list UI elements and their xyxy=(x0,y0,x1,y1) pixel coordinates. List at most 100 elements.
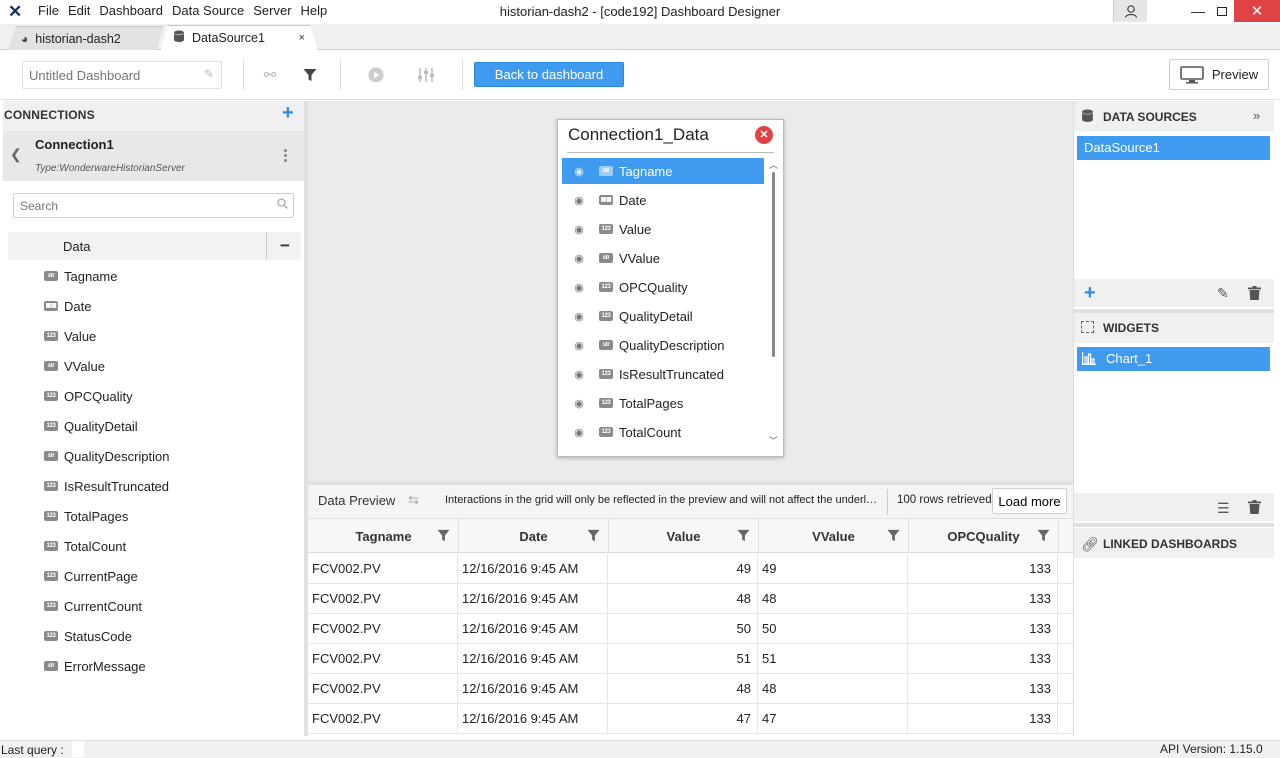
column-header-vvalue[interactable]: VValue xyxy=(759,519,909,553)
eye-icon[interactable]: ◉ xyxy=(571,252,587,265)
add-data-source-button[interactable]: + xyxy=(1084,282,1096,305)
table-row[interactable]: FCV002.PV 12/16/2016 9:45 AM 51 51 133 xyxy=(308,644,1073,674)
trash-icon[interactable] xyxy=(1248,286,1261,303)
field-item[interactable]: 123 TotalPages xyxy=(44,501,128,531)
filter-icon[interactable] xyxy=(587,529,600,545)
eye-icon[interactable]: ◉ xyxy=(571,339,587,352)
popup-field-item[interactable]: ◉ 123 QualityDetail xyxy=(562,303,764,329)
window-close-button[interactable]: ✕ xyxy=(1234,0,1280,22)
chevron-left-icon[interactable]: ❮ xyxy=(10,146,22,163)
eye-icon[interactable]: ◉ xyxy=(571,310,587,323)
cell-date: 12/16/2016 9:45 AM xyxy=(458,704,608,734)
eye-icon[interactable]: ◉ xyxy=(571,368,587,381)
number-type-icon: 123 xyxy=(44,601,58,611)
sliders-icon[interactable] xyxy=(415,64,437,86)
dashboard-name-input[interactable] xyxy=(22,61,222,89)
table-row[interactable]: FCV002.PV 12/16/2016 9:45 AM 50 50 133 xyxy=(308,614,1073,644)
column-header-date[interactable]: Date xyxy=(459,519,609,553)
panel-splitter[interactable] xyxy=(1074,523,1274,527)
popup-field-item[interactable]: ◉ 123 TotalCount xyxy=(562,419,764,445)
field-item[interactable]: 123 OPCQuality xyxy=(44,381,133,411)
popup-field-item[interactable]: ◉ str QualityDescription xyxy=(562,332,764,358)
filter-icon[interactable] xyxy=(737,529,750,545)
eye-icon[interactable]: ◉ xyxy=(571,165,587,178)
field-item[interactable]: 123 QualityDetail xyxy=(44,411,138,441)
tab-historian-dash2[interactable]: ◕ historian-dash2 xyxy=(8,26,163,50)
filter-icon[interactable] xyxy=(887,529,900,545)
cell-date: 12/16/2016 9:45 AM xyxy=(458,674,608,704)
load-more-button[interactable]: Load more xyxy=(992,488,1067,514)
field-item[interactable]: str Tagname xyxy=(44,261,117,291)
calendar-icon: ▦▦ xyxy=(599,195,613,205)
add-connection-button[interactable]: + xyxy=(282,102,294,125)
popup-field-item[interactable]: ◉ 123 IsResultTruncated xyxy=(562,361,764,387)
popup-field-item[interactable]: ◉ str Tagname xyxy=(562,158,764,184)
collapse-button[interactable]: − xyxy=(280,236,290,256)
menu-data-source[interactable]: Data Source xyxy=(172,0,244,24)
field-item[interactable]: ▦▦ Date xyxy=(44,291,91,321)
popup-field-item[interactable]: ◉ ▦▦ Date xyxy=(562,187,764,213)
field-item[interactable]: 123 StatusCode xyxy=(44,621,132,651)
cell-opcquality: 133 xyxy=(908,584,1058,614)
menu-file[interactable]: File xyxy=(38,0,59,24)
trash-icon[interactable] xyxy=(1248,500,1261,517)
eye-icon[interactable]: ◉ xyxy=(571,223,587,236)
field-item[interactable]: 123 IsResultTruncated xyxy=(44,471,169,501)
scroll-up-icon[interactable]: ︿ xyxy=(769,158,778,171)
eye-icon[interactable]: ◉ xyxy=(571,426,587,439)
preview-button[interactable]: Preview xyxy=(1169,59,1269,90)
field-item[interactable]: 123 CurrentCount xyxy=(44,591,142,621)
cell-vvalue: 49 xyxy=(758,554,908,584)
preview-label: Preview xyxy=(1211,67,1259,82)
field-item[interactable]: str QualityDescription xyxy=(44,441,170,471)
user-button[interactable] xyxy=(1113,0,1147,22)
tab-close-icon[interactable]: × xyxy=(299,32,305,44)
menu-edit[interactable]: Edit xyxy=(68,0,90,24)
play-icon[interactable] xyxy=(365,64,387,86)
column-header-value[interactable]: Value xyxy=(609,519,759,553)
popup-field-item[interactable]: ◉ str VValue xyxy=(562,245,764,271)
calendar-icon: ▦▦ xyxy=(44,301,58,311)
database-icon xyxy=(1081,109,1094,126)
table-row[interactable]: FCV002.PV 12/16/2016 9:45 AM 47 47 133 xyxy=(308,704,1073,734)
popup-field-item[interactable]: ◉ 123 Value xyxy=(562,216,764,242)
column-header-tagname[interactable]: Tagname xyxy=(309,519,459,553)
data-source-item[interactable]: DataSource1 xyxy=(1077,136,1270,160)
popup-field-item[interactable]: ◉ 123 OPCQuality xyxy=(562,274,764,300)
widget-item[interactable]: Chart_1 xyxy=(1077,347,1270,371)
data-tree-node[interactable] xyxy=(8,232,301,260)
eye-icon[interactable]: ◉ xyxy=(571,194,587,207)
grid-settings-icon[interactable]: ⇆ xyxy=(408,492,419,508)
back-to-dashboard-button[interactable]: Back to dashboard xyxy=(474,62,624,87)
menu-dashboard[interactable]: Dashboard xyxy=(99,0,163,24)
popup-field-item[interactable]: ◉ 123 TotalPages xyxy=(562,390,764,416)
more-vertical-icon[interactable]: ⋮ xyxy=(278,146,293,164)
table-row[interactable]: FCV002.PV 12/16/2016 9:45 AM 49 49 133 xyxy=(308,554,1073,584)
field-item[interactable]: str ErrorMessage xyxy=(44,651,146,681)
filter-icon[interactable] xyxy=(437,529,450,545)
menu-help[interactable]: Help xyxy=(301,0,328,24)
table-row[interactable]: FCV002.PV 12/16/2016 9:45 AM 48 48 133 xyxy=(308,674,1073,704)
field-item[interactable]: 123 Value xyxy=(44,321,96,351)
list-icon[interactable]: ☰ xyxy=(1217,500,1230,517)
eye-icon[interactable]: ◉ xyxy=(571,397,587,410)
link-icon[interactable]: ⚯ xyxy=(259,64,281,86)
edit-icon[interactable]: ✎ xyxy=(1217,285,1229,302)
popup-close-button[interactable]: ✕ xyxy=(755,126,773,144)
cell-vvalue: 51 xyxy=(758,644,908,674)
eye-icon[interactable]: ◉ xyxy=(571,281,587,294)
field-item[interactable]: 123 CurrentPage xyxy=(44,561,138,591)
column-header-opcquality[interactable]: OPCQuality xyxy=(909,519,1059,553)
field-label: ErrorMessage xyxy=(64,658,146,674)
field-item[interactable]: 123 TotalCount xyxy=(44,531,126,561)
tab-datasource1[interactable]: DataSource1 × xyxy=(160,25,318,50)
scroll-down-icon[interactable]: ﹀ xyxy=(769,434,778,447)
table-row[interactable]: FCV002.PV 12/16/2016 9:45 AM 48 48 133 xyxy=(308,584,1073,614)
filter-icon[interactable] xyxy=(1037,529,1050,545)
search-input[interactable] xyxy=(13,193,294,218)
menu-server[interactable]: Server xyxy=(253,0,291,24)
field-item[interactable]: str VValue xyxy=(44,351,105,381)
expand-icon[interactable]: » xyxy=(1253,108,1260,123)
popup-scrollbar[interactable] xyxy=(772,172,775,357)
filter-icon[interactable] xyxy=(299,64,321,86)
